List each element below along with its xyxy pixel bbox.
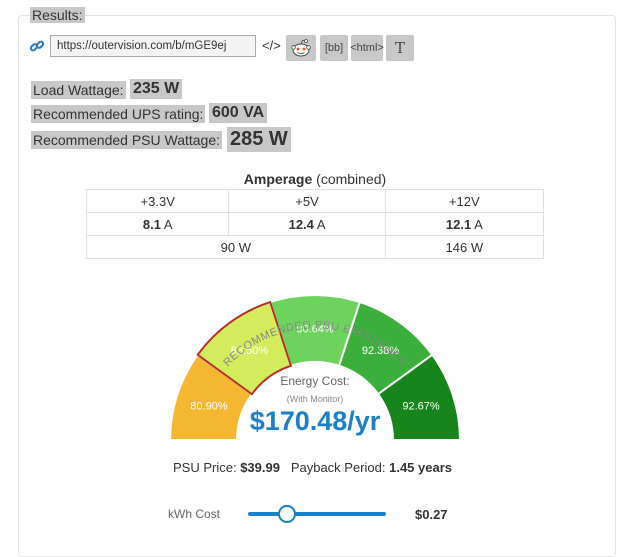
amperage-table: +3.3V +5V +12V 8.1 A 12.4 A 12.1 A 90 W … (85, 189, 545, 259)
amp-unit: A (474, 216, 483, 232)
amp-cell-3v3: 8.1 A (85, 212, 230, 236)
kwh-slider-track[interactable] (248, 512, 386, 516)
kwh-cost-label: kWh Cost (168, 507, 221, 521)
amp-value: 12.4 (288, 216, 314, 232)
watts-combined-cell: 90 W (86, 235, 386, 259)
psu-price-label: PSU Price: (173, 460, 237, 475)
text-button[interactable]: T (386, 35, 414, 61)
amp-unit: A (316, 216, 326, 232)
link-icon (29, 40, 45, 52)
reddit-button[interactable] (286, 35, 316, 61)
amp-cell-5v: 12.4 A (228, 212, 386, 236)
amperage-title: Amperage (combined) (86, 171, 544, 187)
reddit-icon (291, 39, 311, 57)
amperage-title-note: (combined) (316, 171, 387, 187)
energy-cost-sub: (With Monitor) (286, 394, 344, 404)
amp-cell-12v: 12.1 A (384, 212, 545, 236)
psu-wattage-label: Recommended PSU Wattage: (31, 131, 223, 149)
bbcode-button[interactable]: [bb] (320, 35, 348, 61)
table-row: 8.1 A 12.4 A 12.1 A (85, 212, 545, 236)
table-row: 90 W 146 W (86, 235, 545, 259)
header-12v: +12V (384, 189, 545, 213)
load-wattage-label: Load Wattage: (31, 81, 126, 99)
energy-cost-label: Energy Cost: (280, 374, 350, 388)
load-wattage-value: 235 W (130, 79, 183, 99)
share-url-input[interactable]: https://outervision.com/b/mGE9ej (50, 35, 256, 57)
psu-price-value: $39.99 (240, 460, 280, 475)
html-button[interactable]: <html> (350, 35, 384, 61)
amp-unit: A (163, 216, 173, 232)
payback-line: PSU Price: $39.99 Payback Period: 1.45 y… (173, 460, 452, 475)
kwh-cost-value: $0.27 (415, 507, 448, 522)
ups-rating-label: Recommended UPS rating: (31, 105, 206, 123)
header-5v: +5V (228, 189, 386, 213)
psu-wattage-value: 285 W (227, 127, 291, 152)
results-title: Results: (30, 7, 85, 23)
watts-12v-cell: 146 W (384, 235, 545, 259)
payback-period-value: 1.45 years (389, 460, 453, 475)
amp-value: 8.1 (142, 216, 161, 232)
embed-code-button[interactable]: </> (262, 38, 281, 53)
energy-cost-value: $170.48/yr (249, 406, 381, 436)
payback-period-label: Payback Period: (290, 460, 386, 475)
amp-value: 12.1 (445, 216, 472, 232)
header-3v3: +3.3V (85, 189, 230, 213)
amperage-title-text: Amperage (243, 171, 313, 187)
table-row: +3.3V +5V +12V (85, 189, 545, 213)
ups-rating-value: 600 VA (209, 103, 268, 123)
